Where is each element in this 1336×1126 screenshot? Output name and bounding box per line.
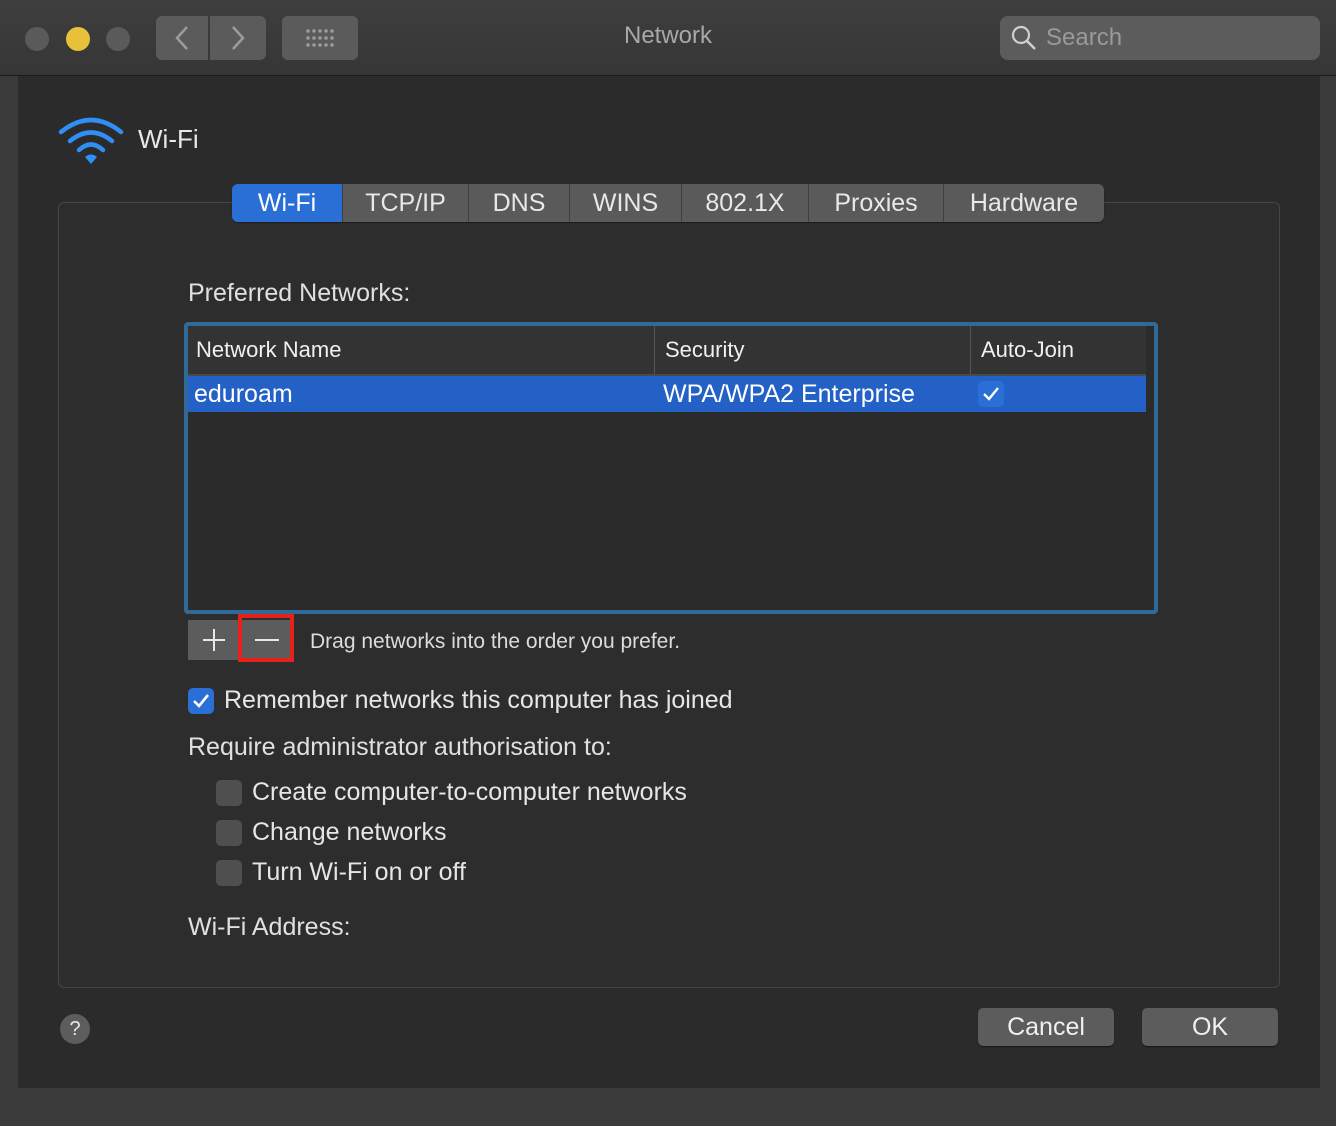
remove-button-highlight	[238, 614, 294, 662]
tab-proxies[interactable]: Proxies	[809, 184, 944, 222]
add-network-button[interactable]	[188, 620, 241, 660]
toggle-wifi-label: Turn Wi-Fi on or off	[252, 858, 466, 886]
search-field[interactable]: Search	[1000, 16, 1320, 60]
ok-button[interactable]: OK	[1142, 1008, 1278, 1046]
require-admin-label: Require administrator authorisation to:	[188, 733, 612, 761]
network-name-cell: eduroam	[194, 379, 293, 408]
toggle-wifi-checkbox[interactable]	[216, 859, 242, 886]
checkmark-icon	[193, 693, 210, 708]
wifi-icon	[58, 117, 124, 164]
network-sheet: Wi-Fi Wi-Fi TCP/IP DNS WINS 802.1X Proxi…	[18, 76, 1320, 1088]
security-cell: WPA/WPA2 Enterprise	[663, 379, 915, 408]
drag-hint: Drag networks into the order you prefer.	[310, 630, 681, 653]
create-networks-label: Create computer-to-computer networks	[252, 778, 687, 806]
remember-networks-label: Remember networks this computer has join…	[224, 686, 733, 714]
cancel-button[interactable]: Cancel	[978, 1008, 1114, 1046]
preferred-networks-label: Preferred Networks:	[188, 279, 411, 307]
wifi-address-label: Wi-Fi Address:	[188, 913, 351, 941]
preferred-networks-table[interactable]: Network Name Security Auto-Join eduroam …	[184, 322, 1158, 614]
search-placeholder: Search	[1046, 24, 1123, 51]
service-name: Wi-Fi	[138, 124, 199, 154]
tab-bar: Wi-Fi TCP/IP DNS WINS 802.1X Proxies Har…	[232, 184, 1104, 222]
tab-dns[interactable]: DNS	[469, 184, 570, 222]
column-security[interactable]: Security	[654, 326, 744, 374]
tab-8021x[interactable]: 802.1X	[682, 184, 809, 222]
create-networks-checkbox[interactable]	[216, 779, 242, 806]
remember-networks-checkbox[interactable]	[188, 687, 214, 714]
toggle-wifi-option[interactable]: Turn Wi-Fi on or off	[216, 858, 466, 887]
column-auto-join[interactable]: Auto-Join	[970, 326, 1074, 374]
change-networks-option[interactable]: Change networks	[216, 818, 447, 847]
plus-icon	[203, 629, 225, 651]
table-row[interactable]: eduroam WPA/WPA2 Enterprise	[188, 376, 1146, 412]
auto-join-cell	[978, 376, 1004, 412]
auto-join-checkbox[interactable]	[978, 381, 1004, 407]
checkmark-icon	[983, 387, 999, 401]
title-bar: Network Search	[0, 0, 1336, 76]
change-networks-checkbox[interactable]	[216, 819, 242, 846]
search-icon	[1011, 25, 1036, 50]
help-button[interactable]: ?	[60, 1014, 90, 1044]
table-header: Network Name Security Auto-Join	[188, 326, 1146, 376]
create-networks-option[interactable]: Create computer-to-computer networks	[216, 778, 687, 807]
tab-hardware[interactable]: Hardware	[944, 184, 1104, 222]
tab-tcpip[interactable]: TCP/IP	[343, 184, 469, 222]
change-networks-label: Change networks	[252, 818, 447, 846]
column-network-name[interactable]: Network Name	[196, 326, 341, 374]
tab-wins[interactable]: WINS	[570, 184, 682, 222]
remember-networks-option[interactable]: Remember networks this computer has join…	[188, 686, 733, 715]
tab-wifi[interactable]: Wi-Fi	[232, 184, 343, 222]
